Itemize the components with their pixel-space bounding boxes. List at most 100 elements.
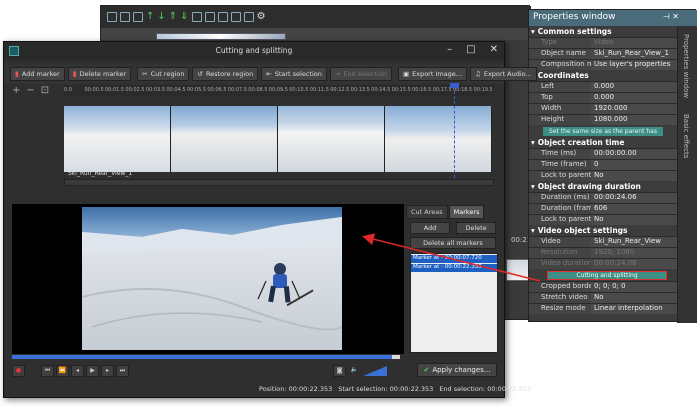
prop-row[interactable]: Video Ski_Run_Rear_View xyxy=(529,236,677,247)
cut-region-button[interactable]: ✂ Cut region xyxy=(137,67,190,81)
prop-value[interactable]: No xyxy=(591,215,677,225)
section-video-settings[interactable]: ▾ Video object settings xyxy=(529,225,677,236)
prop-row[interactable]: Composition modUse layer's properties xyxy=(529,59,677,70)
tab-cut-areas[interactable]: Cut Areas xyxy=(406,205,448,219)
close-icon[interactable]: ✕ xyxy=(490,44,498,55)
prop-row[interactable]: Width 1920.000 xyxy=(529,103,677,114)
step-back-icon[interactable]: ◂ xyxy=(71,365,84,377)
add-marker-button[interactable]: ▮ Add marker xyxy=(10,67,65,81)
prop-row[interactable]: Left 0.000 xyxy=(529,81,677,92)
prop-row[interactable]: Object name Ski_Run_Rear_View_1 xyxy=(529,48,677,59)
same-size-button[interactable]: Set the same size as the parent has xyxy=(543,126,663,136)
prop-value[interactable]: No xyxy=(591,293,677,303)
section-common[interactable]: ▾ Common settings xyxy=(529,26,677,37)
prop-value[interactable]: 00:00:24.06 xyxy=(591,193,677,203)
tab-basic-effects[interactable]: Basic effects xyxy=(682,114,690,158)
rewind-icon[interactable]: ⏪ xyxy=(56,365,69,377)
export-audio-button[interactable]: ♫ Export Audio... xyxy=(470,67,537,81)
cutting-and-splitting-button[interactable]: Cutting and splitting xyxy=(547,270,667,280)
square-icon[interactable] xyxy=(133,12,143,22)
prop-value[interactable]: 0 xyxy=(591,160,677,170)
button-label: Apply changes... xyxy=(432,366,491,374)
delete-marker-button[interactable]: ▮ Delete marker xyxy=(67,67,132,81)
prop-value[interactable]: 1920.000 xyxy=(591,104,677,114)
prop-row[interactable]: Resize mode Linear interpolation xyxy=(529,303,677,314)
end-selection-button[interactable]: ⇥ End selection xyxy=(329,67,392,81)
go-end-icon[interactable]: ⏭ xyxy=(116,365,129,377)
timeline-scrollbar[interactable] xyxy=(64,179,494,186)
align-icon[interactable] xyxy=(243,12,254,22)
clip-strip[interactable] xyxy=(156,33,286,40)
tab-properties[interactable]: Properties window xyxy=(682,34,690,98)
window-controls[interactable]: ⊣ ✕ xyxy=(663,12,679,21)
prop-row[interactable]: Time (ms) 00:00:00.00 xyxy=(529,148,677,159)
add-button[interactable]: Add xyxy=(410,222,450,234)
go-start-icon[interactable]: ⏮ xyxy=(41,365,54,377)
step-forward-icon[interactable]: ▸ xyxy=(101,365,114,377)
shape-icon[interactable] xyxy=(204,12,215,22)
prop-value[interactable]: Ski_Run_Rear_View_1 xyxy=(591,49,677,59)
prop-value[interactable]: Use layer's properties xyxy=(591,60,677,70)
prop-row[interactable]: Height 1080.000 xyxy=(529,114,677,125)
align-icon[interactable] xyxy=(230,12,241,22)
play-icon[interactable]: ▶ xyxy=(86,365,99,377)
arrow-down-icon[interactable]: ↓ xyxy=(157,12,165,22)
tab-markers[interactable]: Markers xyxy=(448,205,485,219)
zoom-in-icon[interactable]: + xyxy=(12,86,20,98)
prop-row[interactable]: Time (frame) 0 xyxy=(529,159,677,170)
align-icon[interactable] xyxy=(217,12,228,22)
prop-value[interactable]: Ski_Run_Rear_View xyxy=(591,237,677,247)
prop-row[interactable]: Duration (ms) 00:00:24.06 xyxy=(529,192,677,203)
square-icon[interactable] xyxy=(107,12,117,22)
prop-value: Video xyxy=(591,38,677,48)
volume-icon[interactable]: 🔈 xyxy=(348,365,361,377)
section-coordinates[interactable]: ▾ Coordinates xyxy=(529,70,677,81)
prop-row[interactable]: Lock to parent cNo xyxy=(529,170,677,181)
seek-bar[interactable] xyxy=(12,355,400,359)
export-image-button[interactable]: ▣ Export Image... xyxy=(397,67,468,81)
audio-icon: ♫ xyxy=(475,70,481,78)
video-preview[interactable] xyxy=(12,204,404,354)
timeline-ruler[interactable]: 0.0 00:00.5 00:01.5 00:02.5 00:03.5 00:04.5 00… xyxy=(64,85,494,97)
volume-level-icon[interactable] xyxy=(363,366,387,376)
restore-region-button[interactable]: ↺ Restore region xyxy=(192,67,259,81)
record-icon[interactable]: ● xyxy=(12,365,25,377)
prop-row[interactable]: Duration (frame606 xyxy=(529,203,677,214)
maximize-icon[interactable]: □ xyxy=(466,44,475,55)
prop-value[interactable]: 0.000 xyxy=(591,82,677,92)
delete-button[interactable]: Delete xyxy=(456,222,496,234)
arrow-up-icon[interactable]: ↑ xyxy=(146,12,154,22)
shape-icon[interactable] xyxy=(191,12,202,22)
button-label: Restore region xyxy=(205,70,254,78)
prop-row[interactable]: Lock to parent cNo xyxy=(529,214,677,225)
prop-value[interactable]: 0; 0; 0; 0 xyxy=(591,282,677,292)
prop-value[interactable]: 0.000 xyxy=(591,93,677,103)
prop-row[interactable]: Top 0.000 xyxy=(529,92,677,103)
section-label: Object drawing duration xyxy=(537,182,641,191)
gear-icon[interactable]: ⚙ xyxy=(257,12,266,22)
prop-value: 1920; 1080 xyxy=(591,248,677,258)
double-arrow-up-icon[interactable]: ⇑ xyxy=(169,12,177,22)
prop-value[interactable]: 00:00:00.00 xyxy=(591,149,677,159)
snapshot-icon[interactable]: ◙ xyxy=(333,365,346,377)
double-arrow-down-icon[interactable]: ⇓ xyxy=(180,12,188,22)
section-creation-time[interactable]: ▾ Object creation time xyxy=(529,137,677,148)
start-selection-button[interactable]: ⇤ Start selection xyxy=(261,67,327,81)
timeline-frames[interactable] xyxy=(64,106,492,172)
zoom-out-icon[interactable]: − xyxy=(26,86,34,98)
minimize-icon[interactable]: – xyxy=(447,44,452,55)
prop-row[interactable]: Cropped borders0; 0; 0; 0 xyxy=(529,281,677,292)
markers-list[interactable]: Marker at - 00:00:07.720 Marker at - 00:… xyxy=(410,253,498,353)
prop-value[interactable]: 1080.000 xyxy=(591,115,677,125)
list-item[interactable]: Marker at - 00:00:22.353 xyxy=(411,264,497,272)
square-icon[interactable] xyxy=(120,12,130,22)
section-drawing-duration[interactable]: ▾ Object drawing duration xyxy=(529,181,677,192)
delete-all-markers-button[interactable]: Delete all markers xyxy=(410,237,496,249)
list-item[interactable]: Marker at - 00:00:07.720 xyxy=(411,255,497,263)
fit-icon[interactable]: ⊡ xyxy=(41,86,49,98)
prop-row[interactable]: Stretch video No xyxy=(529,292,677,303)
prop-value[interactable]: Linear interpolation xyxy=(591,304,677,314)
prop-value[interactable]: No xyxy=(591,171,677,181)
apply-changes-button[interactable]: ✔ Apply changes... xyxy=(417,363,497,377)
prop-value[interactable]: 606 xyxy=(591,204,677,214)
